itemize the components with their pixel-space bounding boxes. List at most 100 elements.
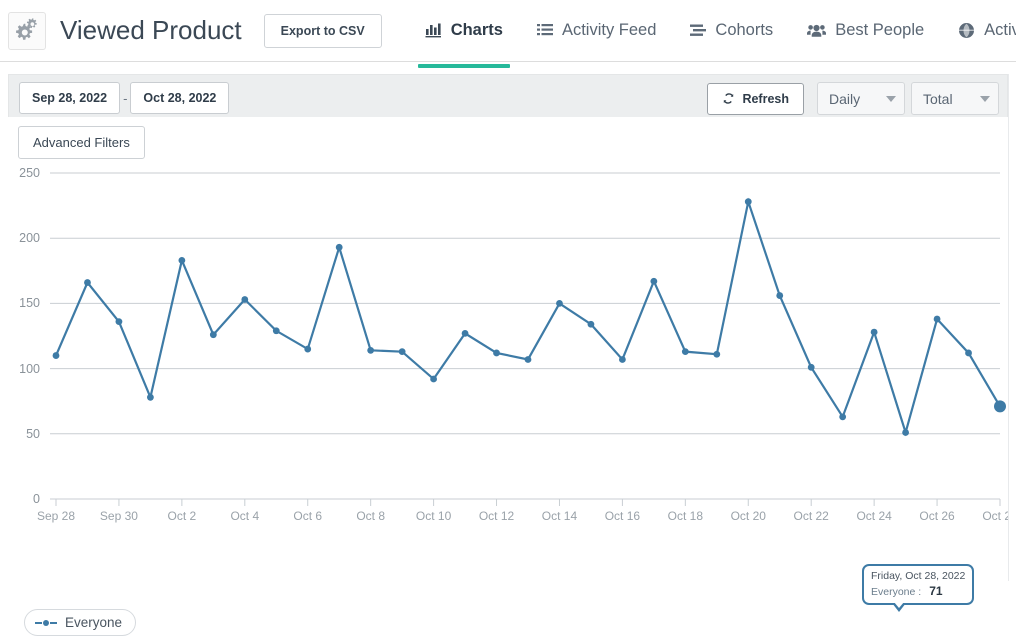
tab-cohorts-label: Cohorts (715, 21, 773, 40)
chart-container: 050100150200250 Sep 28Sep 30Oct 2Oct 4Oc… (8, 165, 1008, 555)
data-point[interactable] (776, 292, 783, 299)
refresh-label: Refresh (742, 92, 789, 106)
cohorts-icon (690, 23, 706, 39)
data-point[interactable] (430, 376, 437, 383)
data-point[interactable] (994, 400, 1006, 412)
gridlines (50, 173, 1000, 499)
advanced-filters-button[interactable]: Advanced Filters (18, 126, 145, 159)
y-tick-label: 250 (8, 166, 40, 180)
app-header: Viewed Product Export to CSV Charts (0, 0, 1016, 62)
data-point[interactable] (650, 278, 657, 285)
bar-chart-icon (425, 22, 442, 39)
x-tick-label: Sep 30 (100, 509, 138, 523)
tab-charts-label: Charts (451, 21, 503, 40)
series-points-everyone[interactable] (53, 198, 1006, 436)
date-end-button[interactable]: Oct 28, 2022 (130, 82, 229, 114)
filters-row: Advanced Filters (8, 117, 1008, 159)
main-nav: Charts Activity Feed Cohorts (408, 0, 1016, 61)
list-icon (537, 23, 553, 39)
x-tick-label: Oct 24 (856, 509, 891, 523)
refresh-button[interactable]: Refresh (707, 83, 804, 115)
export-to-csv-button[interactable]: Export to CSV (264, 14, 382, 48)
people-icon (807, 23, 826, 39)
x-tick-label: Oct 22 (794, 509, 829, 523)
x-tick-label: Oct 10 (416, 509, 451, 523)
tooltip-series-label: Everyone : (871, 585, 921, 599)
tab-best-people[interactable]: Best People (790, 0, 941, 61)
data-point[interactable] (871, 329, 878, 336)
x-tick-label: Oct 2 (168, 509, 197, 523)
x-tick-label: Sep 28 (37, 509, 75, 523)
x-tick-label: Oct 18 (668, 509, 703, 523)
interval-select-value: Daily (829, 91, 860, 107)
data-point[interactable] (84, 279, 91, 286)
date-range-picker: Sep 28, 2022 - Oct 28, 2022 (19, 82, 229, 114)
data-point[interactable] (934, 316, 941, 323)
x-tick-label: Oct 26 (919, 509, 954, 523)
x-tick-label: Oct 12 (479, 509, 514, 523)
tooltip-value: 71 (929, 583, 942, 599)
tab-best-people-label: Best People (835, 21, 924, 40)
x-tick-label: Oct 14 (542, 509, 577, 523)
metric-select[interactable]: Total (911, 82, 999, 115)
data-point[interactable] (116, 318, 123, 325)
data-point[interactable] (210, 331, 217, 338)
y-tick-label: 100 (8, 362, 40, 376)
tab-activity-feed[interactable]: Activity Feed (520, 0, 673, 61)
date-range-separator: - (120, 91, 130, 106)
tab-cohorts[interactable]: Cohorts (673, 0, 790, 61)
x-tick-label: Oct 4 (230, 509, 259, 523)
data-point[interactable] (588, 321, 595, 328)
data-point[interactable] (241, 296, 248, 303)
y-tick-label: 150 (8, 296, 40, 310)
chart-tooltip: Friday, Oct 28, 2022 Everyone : 71 (862, 564, 974, 605)
tab-charts[interactable]: Charts (408, 0, 520, 61)
line-chart[interactable] (8, 165, 1008, 555)
legend-item-everyone[interactable]: Everyone (24, 609, 136, 636)
data-point[interactable] (965, 350, 972, 357)
gears-icon (15, 16, 39, 45)
globe-icon (958, 22, 975, 39)
chevron-down-icon (886, 96, 896, 102)
x-tick-label: Oct 6 (293, 509, 322, 523)
tooltip-tail-inner-icon (894, 602, 904, 608)
x-tick-marks (56, 499, 1000, 506)
date-start-button[interactable]: Sep 28, 2022 (19, 82, 120, 114)
data-point[interactable] (147, 394, 154, 401)
legend-marker-icon (35, 620, 57, 626)
content-area: Sep 28, 2022 - Oct 28, 2022 Refresh Dail… (0, 74, 1016, 581)
x-tick-label: Oct 8 (356, 509, 385, 523)
data-point[interactable] (304, 346, 311, 353)
toolbar-right-controls: Refresh Daily Total (707, 82, 999, 115)
x-tick-label: Oct 16 (605, 509, 640, 523)
metric-select-value: Total (923, 91, 953, 107)
refresh-icon (722, 92, 735, 105)
data-point[interactable] (336, 244, 343, 251)
data-point[interactable] (525, 356, 532, 363)
app-logo (8, 12, 46, 50)
data-point[interactable] (619, 356, 626, 363)
data-point[interactable] (713, 351, 720, 358)
tab-activity-feed-label: Activity Feed (562, 21, 656, 40)
series-line-everyone (56, 202, 1000, 433)
data-point[interactable] (839, 413, 846, 420)
tooltip-title: Friday, Oct 28, 2022 (871, 569, 965, 583)
tab-activity-map[interactable]: Activity Map (941, 0, 1016, 61)
data-point[interactable] (745, 198, 752, 205)
data-point[interactable] (273, 327, 280, 334)
y-tick-label: 200 (8, 231, 40, 245)
interval-select[interactable]: Daily (817, 82, 905, 115)
data-point[interactable] (556, 300, 563, 307)
data-point[interactable] (682, 348, 689, 355)
data-point[interactable] (808, 364, 815, 371)
data-point[interactable] (367, 347, 374, 354)
data-point[interactable] (53, 352, 60, 359)
data-point[interactable] (462, 330, 469, 337)
data-point[interactable] (399, 348, 406, 355)
y-tick-label: 0 (8, 492, 40, 506)
tab-activity-map-label: Activity Map (984, 21, 1016, 40)
data-point[interactable] (178, 257, 185, 264)
data-point[interactable] (902, 429, 909, 436)
chevron-down-icon (980, 96, 990, 102)
data-point[interactable] (493, 350, 500, 357)
